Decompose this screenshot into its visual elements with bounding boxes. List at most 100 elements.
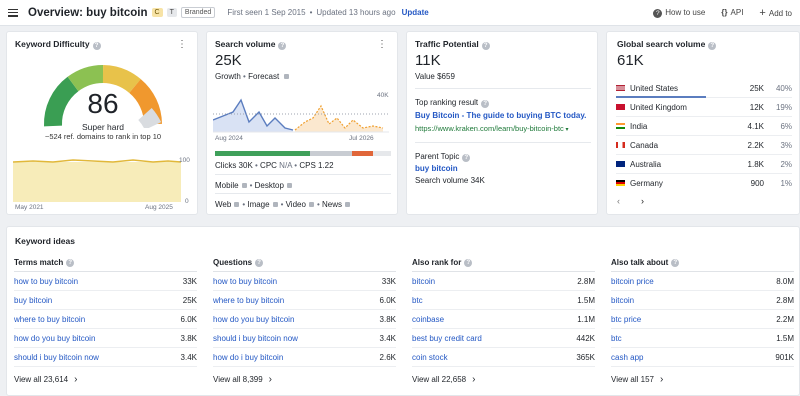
view-all-link[interactable]: View all 22,658 ›	[412, 367, 595, 391]
keyword-link[interactable]: where to buy bitcoin	[14, 315, 85, 324]
keyword-row[interactable]: coinbase 1.1M	[412, 310, 595, 329]
how-to-use-button[interactable]: ? How to use	[653, 8, 705, 18]
view-all-link[interactable]: View all 157 ›	[611, 367, 794, 391]
prev-page-icon[interactable]: ‹	[617, 196, 620, 206]
flag-icon	[616, 85, 625, 91]
keyword-row[interactable]: where to buy bitcoin 6.0K	[213, 291, 396, 310]
info-icon[interactable]: ?	[464, 258, 473, 267]
keyword-link[interactable]: cash app	[611, 353, 643, 362]
keyword-row[interactable]: btc 1.5M	[412, 291, 595, 310]
keyword-row[interactable]: best buy credit card 442K	[412, 329, 595, 348]
sv-tabs: Growth • Forecast	[215, 72, 292, 81]
keyword-volume: 2.8M	[577, 276, 595, 286]
top-ranking-title-link[interactable]: Buy Bitcoin - The guide to buying BTC to…	[415, 111, 586, 120]
menu-icon[interactable]	[8, 8, 18, 17]
keyword-row[interactable]: how do you buy bitcoin 3.8K	[14, 329, 197, 348]
keyword-link[interactable]: bitcoin price	[611, 277, 654, 286]
device-row: Mobile • Desktop	[215, 181, 295, 190]
keyword-row[interactable]: bitcoin price 8.0M	[611, 272, 794, 291]
info-icon[interactable]: ?	[708, 42, 717, 50]
keyword-link[interactable]: how do you buy bitcoin	[14, 334, 95, 343]
info-icon[interactable]: ?	[481, 100, 490, 108]
keyword-volume: 2.2M	[776, 314, 794, 324]
view-all-link[interactable]: View all 8,399 ›	[213, 367, 396, 391]
cpc-value: N/A	[279, 161, 293, 170]
lock-icon	[344, 202, 350, 207]
view-all-link[interactable]: View all 23,614 ›	[14, 367, 197, 391]
update-link[interactable]: Update	[402, 8, 429, 17]
updated-time: Updated 13 hours ago	[316, 8, 396, 17]
gsv-title: Global search volume?	[617, 39, 717, 50]
keyword-row[interactable]: btc 1.5M	[611, 329, 794, 348]
info-icon[interactable]: ?	[92, 42, 101, 50]
keyword-link[interactable]: best buy credit card	[412, 334, 482, 343]
sv-metrics: Clicks 30K • CPC N/A • CPS 1.22	[215, 161, 334, 170]
keyword-link[interactable]: coin stock	[412, 353, 448, 362]
keyword-link[interactable]: coinbase	[412, 315, 444, 324]
keyword-row[interactable]: how to buy bitcoin 33K	[213, 272, 396, 291]
country-row[interactable]: Australia 1.8K 2%	[616, 155, 792, 174]
info-icon[interactable]: ?	[671, 258, 680, 267]
keyword-row[interactable]: how do i buy bitcoin 2.6K	[213, 348, 396, 367]
info-icon[interactable]: ?	[66, 258, 75, 267]
keyword-row[interactable]: cash app 901K	[611, 348, 794, 367]
branded-badge: Branded	[180, 7, 216, 18]
keyword-link[interactable]: bitcoin	[611, 296, 634, 305]
country-row[interactable]: Germany 900 1%	[616, 174, 792, 193]
keyword-row[interactable]: bitcoin 2.8M	[611, 291, 794, 310]
keyword-row[interactable]: coin stock 365K	[412, 348, 595, 367]
keyword-link[interactable]: btc	[611, 334, 622, 343]
keyword-link[interactable]: how to buy bitcoin	[14, 277, 78, 286]
info-icon[interactable]: ?	[462, 154, 471, 162]
country-row[interactable]: United Kingdom 12K 19%	[616, 98, 792, 117]
info-icon[interactable]: ?	[255, 258, 264, 267]
keyword-row[interactable]: should i buy bitcoin now 3.4K	[213, 329, 396, 348]
keyword-link[interactable]: bitcoin	[412, 277, 435, 286]
growth-tab[interactable]: Growth	[215, 72, 241, 81]
lock-icon	[272, 202, 278, 207]
flag-icon	[616, 180, 625, 186]
sv-intent-bar	[215, 151, 391, 156]
api-button[interactable]: {} API	[721, 8, 743, 17]
keyword-link[interactable]: btc	[412, 296, 423, 305]
kd-title: Keyword Difficulty?	[15, 39, 101, 50]
cpc-label: CPC	[260, 161, 277, 170]
how-to-use-label: How to use	[665, 7, 706, 17]
column-header: Questions?	[213, 254, 396, 272]
country-row[interactable]: Canada 2.2K 3%	[616, 136, 792, 155]
parent-topic-link[interactable]: buy bitcoin	[415, 164, 458, 173]
dropdown-arrow-icon[interactable]: ▾	[564, 127, 568, 133]
kd-line	[13, 159, 181, 163]
more-options-icon[interactable]: ⋮	[177, 40, 187, 50]
keyword-row[interactable]: should i buy bitcoin now 3.4K	[14, 348, 197, 367]
keyword-row[interactable]: bitcoin 2.8M	[412, 272, 595, 291]
sv-bar-segment-orange	[352, 151, 374, 156]
sv-forecast-area	[295, 106, 383, 132]
keyword-link[interactable]: buy bitcoin	[14, 296, 52, 305]
keyword-volume: 3.8K	[180, 333, 197, 343]
keyword-link[interactable]: how do i buy bitcoin	[213, 353, 283, 362]
country-row[interactable]: India 4.1K 6%	[616, 117, 792, 136]
keyword-link[interactable]: how to buy bitcoin	[213, 277, 277, 286]
keyword-link[interactable]: should i buy bitcoin now	[213, 334, 298, 343]
keyword-link[interactable]: where to buy bitcoin	[213, 296, 284, 305]
next-page-icon[interactable]: ›	[641, 196, 644, 206]
info-icon[interactable]: ?	[278, 42, 287, 50]
more-options-icon[interactable]: ⋮	[377, 40, 387, 50]
keyword-row[interactable]: btc price 2.2M	[611, 310, 794, 329]
country-share: 19%	[775, 103, 792, 112]
keyword-row[interactable]: where to buy bitcoin 6.0K	[14, 310, 197, 329]
keyword-volume: 8.0M	[776, 276, 794, 286]
top-ranking-url[interactable]: https://www.kraken.com/learn/buy-bitcoin…	[415, 124, 569, 133]
forecast-tab[interactable]: Forecast	[248, 72, 279, 81]
add-to-button[interactable]: + Add to	[759, 7, 792, 19]
keyword-row[interactable]: how to buy bitcoin 33K	[14, 272, 197, 291]
keyword-link[interactable]: btc price	[611, 315, 641, 324]
intent-badge-commercial: C	[151, 8, 163, 17]
keyword-link[interactable]: how do you buy bitcoin	[213, 315, 294, 324]
keyword-row[interactable]: buy bitcoin 25K	[14, 291, 197, 310]
separator-dot: •	[309, 8, 313, 17]
keyword-row[interactable]: how do you buy bitcoin 3.8K	[213, 310, 396, 329]
info-icon[interactable]: ?	[481, 42, 490, 50]
keyword-link[interactable]: should i buy bitcoin now	[14, 353, 99, 362]
